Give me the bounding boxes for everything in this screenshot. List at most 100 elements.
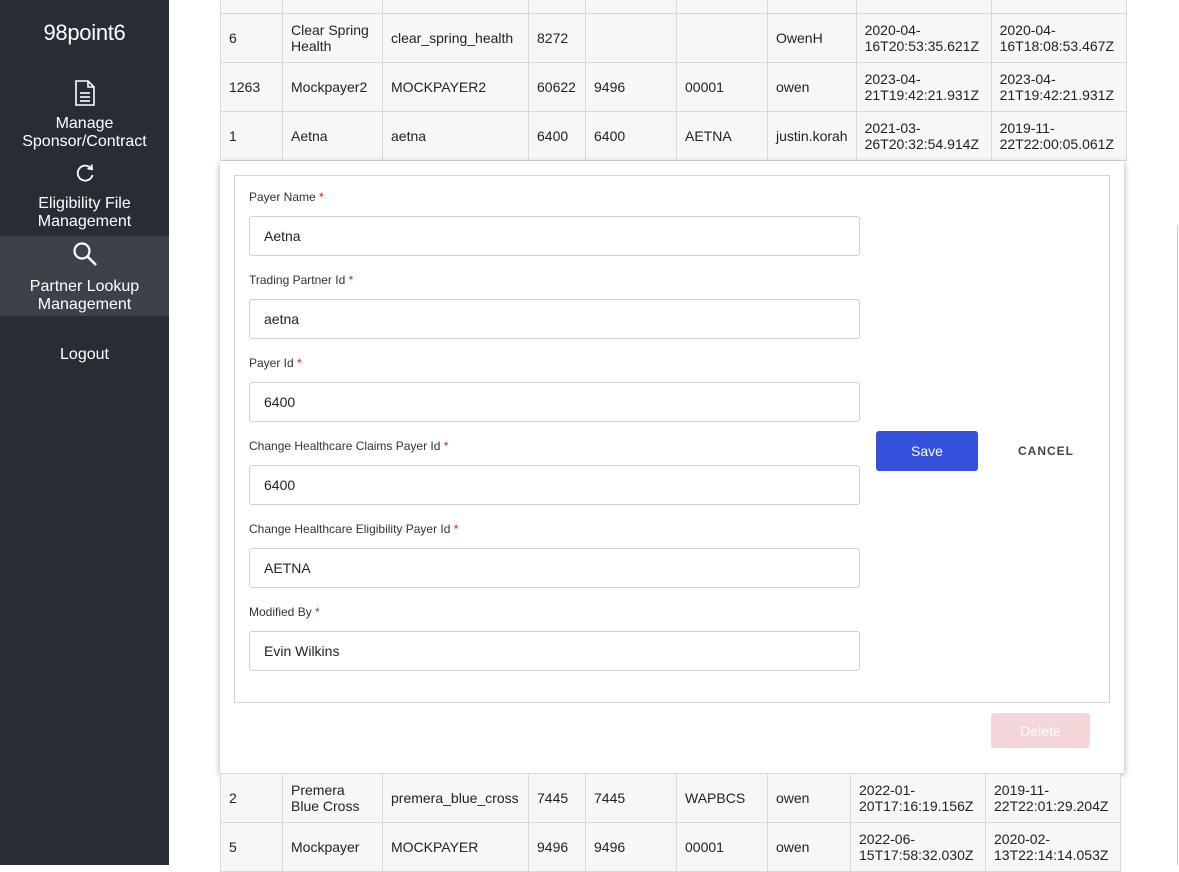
cell-line: 22T22:00:05.061Z [999,136,1115,152]
table-cell-trading-partner: MOCKPAYER2 [382,62,529,112]
payer-id-label: Payer Id * [249,356,302,370]
table-cell-created: 2020-04- 16T20:53:35.621Z [855,13,992,63]
payer-id-input[interactable] [249,382,860,422]
cancel-button[interactable]: CANCEL [996,431,1096,471]
table-cell-created: 2023-04- 21T19:42:21.931Z [855,62,992,112]
table-cell-payer-id: 6400 [528,111,586,161]
refresh-icon [76,164,93,182]
payer-name-input[interactable] [249,216,860,256]
table-cell-name: Clear Spring Health [282,13,383,63]
cell-line: 2022-06- [859,831,916,847]
cell-line: 2023-04- [864,71,921,87]
cell-line: 15T17:58:32.030Z [859,847,974,863]
app-logo[interactable]: 98point6 [0,20,169,46]
table-cell-created: 2019-11- [855,0,992,14]
nav-label-line2: Management [37,213,132,230]
table-cell-id: 1263 [220,62,283,112]
sidebar: 98point6 Manage Sponsor/Contract Eligibi… [0,0,169,865]
table-cell-updated: 2023-04- 21T19:42:21.931Z [990,62,1127,112]
table-cell-id: 5 [220,822,283,872]
table-cell-name [282,0,383,14]
table-cell-payer-id: 9496 [528,822,586,872]
table-cell-trading-partner [382,0,529,14]
table-cell-name: Aetna [282,111,383,161]
table-cell-elig-id: AETNA [676,111,768,161]
cell-line: Mockpayer2 [291,79,368,95]
search-icon [72,242,97,266]
table-cell-trading-partner: premera_blue_cross [382,773,529,823]
table-cell-modified-by: justin.korah [767,111,857,161]
edit-partner-panel: Payer Name * Trading Partner Id * Payer Id… [220,161,1124,773]
cell-line: 2023-04- [999,71,1056,87]
field-label-text: Change Healthcare Eligibility Payer Id [249,522,451,536]
nav-eligibility-file-management[interactable]: Eligibility File Management [0,163,169,236]
cell-line: 22T22:01:29.204Z [994,798,1109,814]
field-label-text: Modified By [249,605,312,619]
table-row[interactable]: 2019-11-2019-11- [220,0,1127,14]
required-marker: * [453,522,459,536]
nav-logout[interactable]: Logout [0,346,169,366]
table-cell-updated: 2020-04- 16T18:08:53.467Z [990,13,1127,63]
table-cell-claims-id [585,0,677,14]
trading-partner-id-input[interactable] [249,299,860,339]
cell-line: Premera [291,782,345,798]
cell-line: 16T20:53:35.621Z [864,38,980,54]
change-healthcare-claims-payer-id-input[interactable] [249,465,860,505]
change-healthcare-eligibility-payer-id-label: Change Healthcare Eligibility Payer Id * [249,522,458,536]
cell-line: 21T19:42:21.931Z [864,87,980,103]
cell-line: Mockpayer [291,839,360,855]
cell-line: Aetna [291,128,328,144]
payer-name-label: Payer Name * [249,190,324,204]
table-cell-created: 2022-01- 20T17:16:19.156Z [850,773,986,823]
table-cell-trading-partner: aetna [382,111,529,161]
cell-line: 2020-02- [994,831,1051,847]
document-icon [74,80,95,106]
table-cell-id: 6 [220,13,283,63]
trading-partner-id-label: Trading Partner Id * [249,273,353,287]
field-label-text: Change Healthcare Claims Payer Id [249,439,441,453]
table-cell-modified-by: owen [767,773,851,823]
nav-label-line2: Sponsor/Contract [22,133,147,150]
scrollbar-track[interactable] [1177,225,1178,865]
table-cell-payer-id: 60622 [528,62,586,112]
nav-partner-lookup-management[interactable]: Partner Lookup Management [0,236,169,316]
table-row[interactable]: 1263 Mockpayer2 MOCKPAYER2 60622 9496 00001 ow… [220,62,1127,112]
table-cell-trading-partner: MOCKPAYER [382,822,529,872]
table-row[interactable]: 2 Premera Blue Cross premera_blue_cross 7445… [220,773,1121,823]
logout-label: Logout [60,346,109,363]
table-row[interactable]: 1 Aetna aetna 6400 6400 AETNA justin.korah 2021… [220,111,1127,161]
table-cell-updated: 2019-11- [990,0,1127,14]
nav-manage-sponsor-contract[interactable]: Manage Sponsor/Contract [0,80,169,156]
table-cell-claims-id: 7445 [585,773,677,823]
table-cell-payer-id: 8272 [528,13,586,63]
cell-line: 2020-04- [864,22,921,38]
table-cell-elig-id: WAPBCS [676,773,768,823]
field-label-text: Payer Id [249,356,294,370]
table-cell-name: Mockpayer2 [282,62,383,112]
table-row[interactable]: 5 Mockpayer MOCKPAYER 9496 9496 00001 owen 2022… [220,822,1121,872]
cell-line: 13T22:14:14.053Z [994,847,1109,863]
cell-line: 26T20:32:54.914Z [864,136,980,152]
cell-line: 21T19:42:21.931Z [999,87,1115,103]
change-healthcare-eligibility-payer-id-input[interactable] [249,548,860,588]
delete-button[interactable]: Delete [991,713,1090,748]
cell-line: 2021-03- [864,120,921,136]
table-cell-elig-id [676,0,768,14]
modified-by-label: Modified By * [249,605,320,619]
table-row[interactable]: 6 Clear Spring Health clear_spring_health 82… [220,13,1127,63]
table-cell-name: Premera Blue Cross [282,773,383,823]
table-cell-elig-id: 00001 [676,62,768,112]
edit-form: Payer Name * Trading Partner Id * Payer Id… [234,175,1110,703]
partner-table-top: 2019-11-2019-11-6Clear SpringHealthclear… [220,0,1127,161]
table-cell-modified-by: owen [767,62,857,112]
modified-by-input[interactable] [249,631,860,671]
cell-line: 16T18:08:53.467Z [999,38,1115,54]
nav-label-line1: Eligibility File [38,195,131,212]
table-cell-elig-id: 00001 [676,822,768,872]
required-marker: * [319,190,324,204]
required-marker: * [348,273,354,287]
cell-line: 20T17:16:19.156Z [859,798,974,814]
save-button[interactable]: Save [876,431,978,471]
table-cell-modified-by [767,0,857,14]
table-cell-claims-id: 9496 [585,62,677,112]
